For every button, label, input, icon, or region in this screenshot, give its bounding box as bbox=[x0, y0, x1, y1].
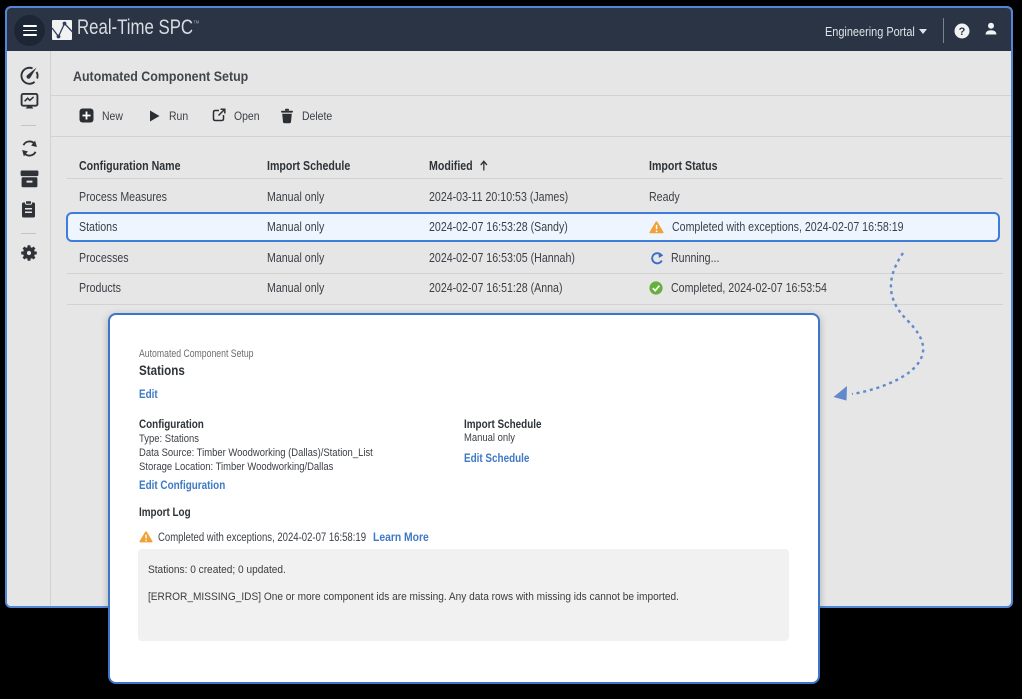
svg-text:?: ? bbox=[959, 26, 966, 38]
